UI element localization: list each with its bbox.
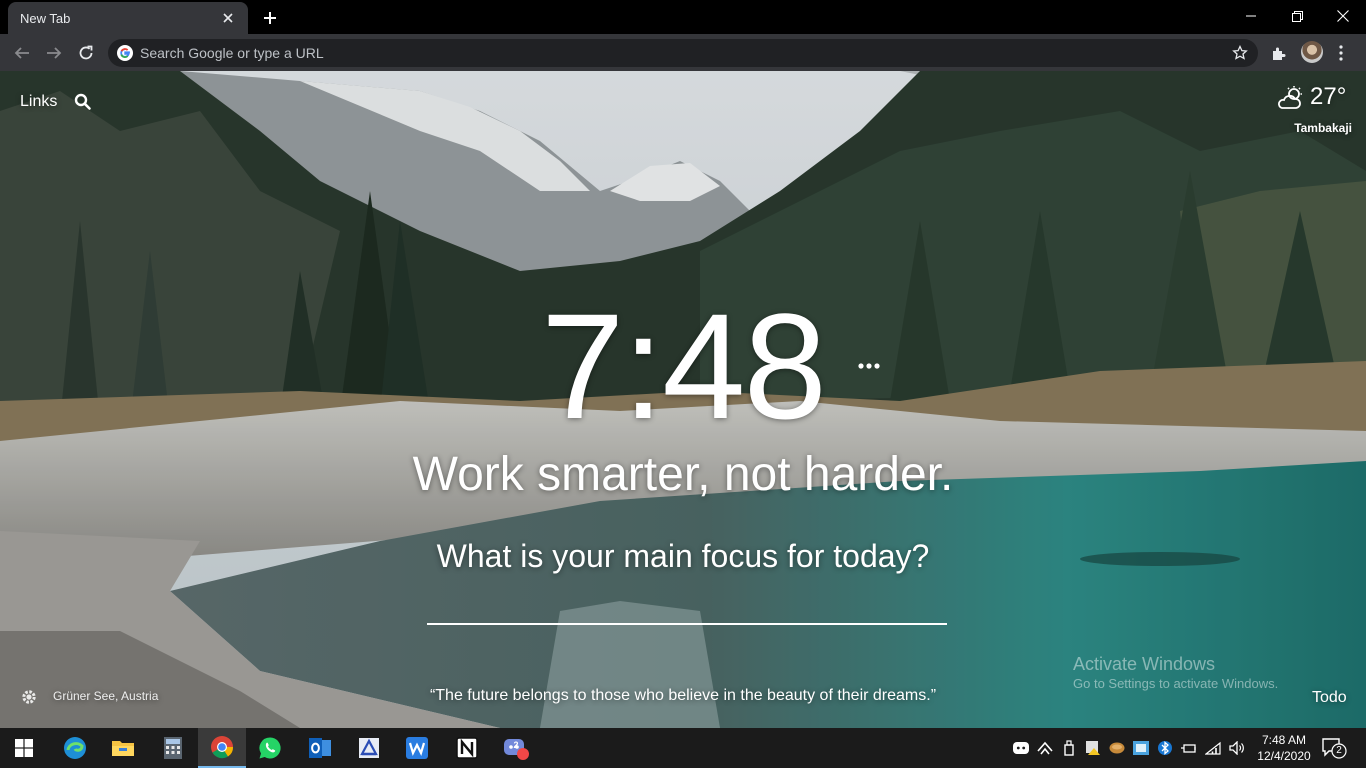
battery-plug-icon[interactable] (1180, 738, 1198, 758)
profile-avatar[interactable] (1301, 41, 1323, 63)
main-focus-input[interactable] (427, 583, 947, 625)
calculator-icon[interactable] (149, 728, 197, 768)
chrome-icon[interactable] (198, 728, 246, 768)
bluetooth-icon[interactable] (1156, 738, 1174, 758)
windows-taskbar: 2 7:48 AM 12/4/2020 2 (0, 728, 1366, 768)
weather-location: Tambakaji (1294, 121, 1352, 135)
edge-icon[interactable] (51, 728, 99, 768)
forward-arrow-icon[interactable] (40, 39, 68, 67)
settings-gear-icon[interactable] (20, 688, 38, 706)
photo-location[interactable]: Grüner See, Austria (53, 689, 158, 703)
search-icon[interactable] (74, 93, 92, 111)
mantra-greeting: Work smarter, not harder. (412, 448, 954, 501)
close-window-icon[interactable] (1320, 0, 1366, 32)
action-center-notification-icon[interactable]: 2 (1320, 736, 1348, 760)
windows-start-icon[interactable] (0, 728, 48, 768)
new-tab-plus-icon[interactable] (258, 6, 282, 30)
clock-more-options-icon[interactable] (856, 359, 884, 373)
notification-count: 2 (1336, 745, 1342, 756)
close-tab-icon[interactable] (218, 8, 238, 28)
omnibox[interactable] (108, 39, 1258, 67)
links-button[interactable]: Links (20, 93, 57, 111)
discord-badge: 2 (513, 740, 519, 750)
taskbar-date: 12/4/2020 (1257, 749, 1311, 763)
google-g-icon (117, 45, 133, 61)
reload-icon[interactable] (72, 39, 100, 67)
chrome-title-bar: New Tab (0, 0, 1366, 34)
chrome-menu-kebab-icon[interactable] (1334, 42, 1348, 64)
momentum-new-tab-page: Links 27° Tambakaji 7:48 Work smarter, n… (0, 71, 1366, 728)
daily-quote[interactable]: “The future belongs to those who believe… (283, 687, 1083, 705)
taskbar-clock[interactable]: 7:48 AM 12/4/2020 (1252, 732, 1316, 764)
network-tool-tray-icon[interactable] (1036, 738, 1054, 758)
chrome-toolbar (0, 34, 1366, 71)
main-focus-question: What is your main focus for today? (436, 538, 930, 574)
discord-tray-icon[interactable] (1012, 738, 1030, 758)
whatsapp-icon[interactable] (246, 728, 294, 768)
extensions-puzzle-icon[interactable] (1268, 42, 1290, 64)
file-explorer-icon[interactable] (99, 728, 147, 768)
wps-writer-icon[interactable] (393, 728, 441, 768)
partly-cloudy-icon (1278, 86, 1302, 109)
volume-speaker-icon[interactable] (1228, 738, 1246, 758)
minimize-window-icon[interactable] (1228, 0, 1274, 32)
restore-window-icon[interactable] (1274, 0, 1320, 32)
activate-windows-title: Activate Windows (1073, 654, 1216, 674)
usb-drive-tray-icon[interactable] (1060, 738, 1078, 758)
azure-dev-tool-icon[interactable] (345, 728, 393, 768)
taskbar-time: 7:48 AM (1261, 733, 1307, 747)
bookmark-star-icon[interactable] (1230, 43, 1250, 63)
tab-new-tab[interactable]: New Tab (8, 2, 248, 34)
outlook-icon[interactable] (296, 728, 344, 768)
security-warning-tray-icon[interactable] (1084, 738, 1102, 758)
activate-windows-subtitle: Go to Settings to activate Windows. (1073, 676, 1279, 691)
weather-widget[interactable]: 27° Tambakaji (1276, 81, 1352, 135)
todo-button[interactable]: Todo (1312, 689, 1347, 707)
clock-time: 7:48 (541, 282, 827, 450)
wifi-icon[interactable] (1204, 738, 1222, 758)
tab-title: New Tab (20, 10, 71, 26)
back-arrow-icon[interactable] (8, 39, 36, 67)
display-tray-icon[interactable] (1132, 738, 1150, 758)
weather-temperature: 27° (1310, 83, 1347, 110)
discord-icon[interactable]: 2 (492, 728, 540, 768)
activate-windows-watermark: Activate Windows Go to Settings to activ… (1073, 653, 1278, 693)
app-tray-icon[interactable] (1108, 738, 1126, 758)
omnibox-input[interactable] (140, 39, 1220, 67)
notion-icon[interactable] (443, 728, 491, 768)
